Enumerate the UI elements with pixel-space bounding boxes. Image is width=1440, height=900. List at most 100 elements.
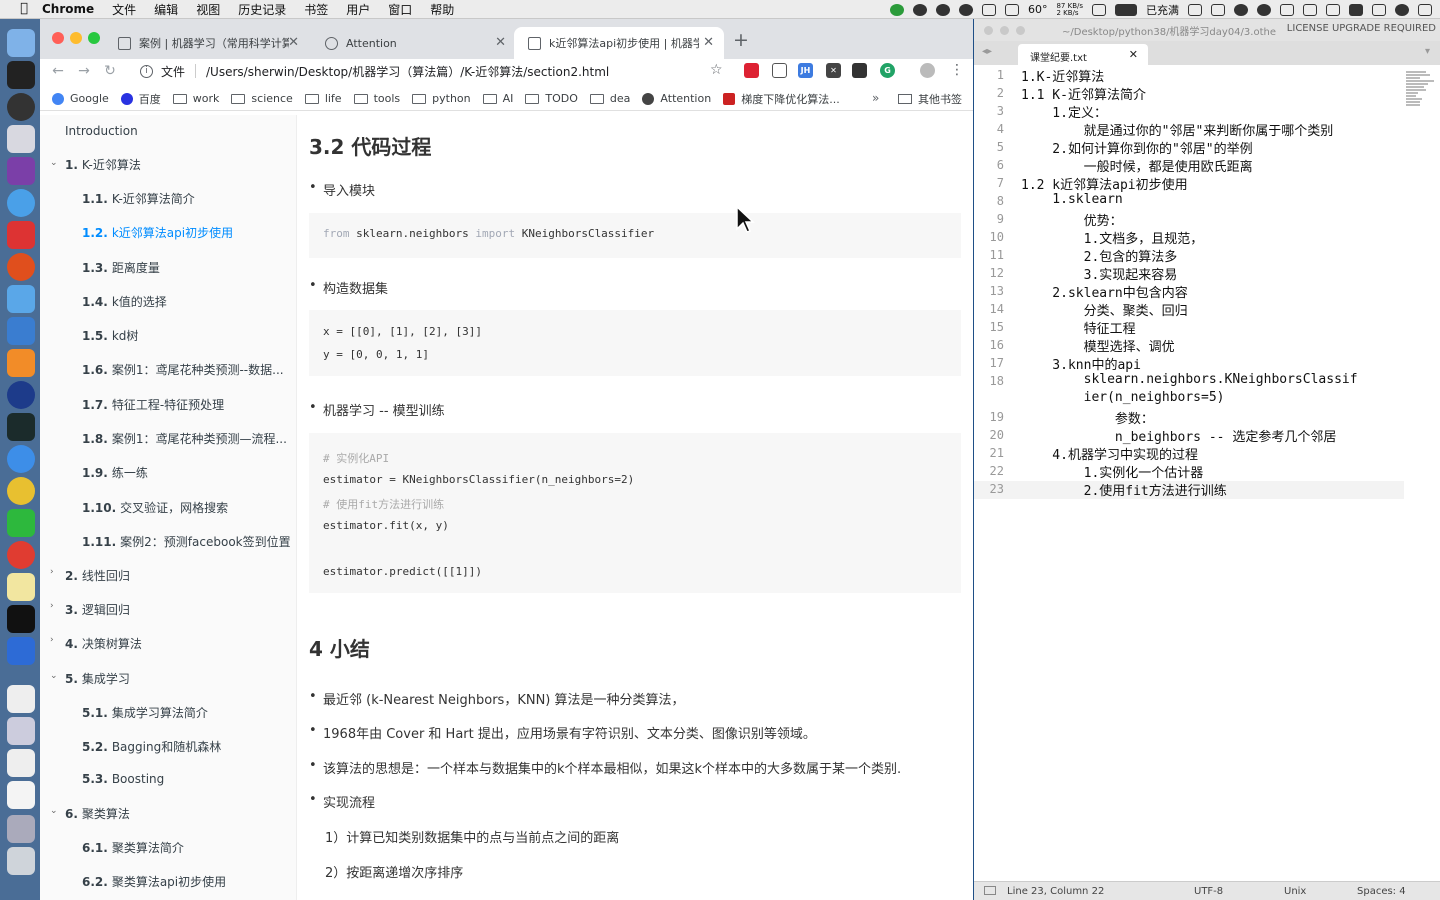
upload-icon[interactable] [889,3,904,16]
close-window-button[interactable] [984,26,993,35]
sidebar-item-1-1[interactable]: 1.1. K-近邻算法简介 [82,190,195,207]
menu-window[interactable]: 窗口 [388,1,412,18]
extension-grid-icon[interactable] [852,63,867,78]
sidebar-item-1-10[interactable]: 1.10. 交叉验证，网格搜索 [82,499,228,516]
sidebar-item-1-4[interactable]: 1.4. k值的选择 [82,293,167,310]
sidebar-item-5-2[interactable]: 5.2. Bagging和随机森林 [82,738,221,755]
sidebar-item-1-5[interactable]: 1.5. kd树 [82,327,138,344]
safari-icon[interactable] [7,445,35,473]
menu-app[interactable]: Chrome [42,2,94,16]
app-icon[interactable] [912,3,927,16]
onenote-icon[interactable] [7,157,35,185]
tab-nav-arrows-icon[interactable]: ◂▸ [982,46,992,57]
sidebar-item-5-1[interactable]: 5.1. 集成学习算法简介 [82,704,208,721]
draw-icon[interactable] [7,285,35,313]
editor-tab-notes[interactable]: 课堂纪要.txt ✕ [1018,44,1148,65]
sidebar-item-1-6[interactable]: 1.6. 案例1：鸢尾花种类预测--数据... [82,361,284,378]
close-tab-icon[interactable]: ✕ [288,35,299,50]
address-bar[interactable]: i 文件 /Users/sherwin/Desktop/机器学习（算法篇）/K-… [140,59,740,83]
bookmark-attention[interactable]: Attention [642,92,711,105]
zoom-window-button[interactable] [1016,26,1025,35]
info-icon[interactable]: i [140,64,153,78]
new-tab-button[interactable]: + [733,29,749,51]
sidebar-item-knn[interactable]: 1. K-近邻算法 [65,156,141,173]
siri-icon[interactable] [1257,3,1271,16]
extension-grammarly-icon[interactable]: G [880,63,895,78]
sidebar-item-1-8[interactable]: 1.8. 案例1：鸢尾花种类预测—流程... [82,430,287,447]
bookmark-tools[interactable]: tools [353,92,400,105]
bookmark-science[interactable]: science [231,92,293,105]
clock-icon[interactable] [1395,3,1409,16]
panel-toggle-icon[interactable] [984,886,996,895]
extension-bookmark-icon[interactable] [772,63,787,78]
cloud-icon[interactable] [935,3,950,16]
grammarly-icon[interactable] [7,253,35,281]
pycharm-icon[interactable] [7,605,35,633]
minimize-window-button[interactable] [70,32,82,44]
sidebar-item-1-2[interactable]: 1.2. k近邻算法api初步使用 [82,224,233,241]
chevron-down-icon[interactable]: ⌄ [50,158,58,168]
mail-icon[interactable] [7,221,35,249]
profile-avatar[interactable] [920,63,935,78]
bookmark-life[interactable]: life [304,92,342,105]
extension-x-icon[interactable]: ✕ [826,63,841,78]
tab-dropdown-icon[interactable]: ▾ [1425,46,1430,57]
file-icon[interactable] [7,749,35,777]
tab-knn-api[interactable]: k近邻算法api初步使用 | 机器学 ✕ [514,27,724,59]
chevron-down-icon[interactable]: ⌄ [50,806,58,816]
battery-icon[interactable] [1115,3,1137,16]
apple-icon[interactable]:  [16,2,32,16]
sidebar-item-5-3[interactable]: 5.3. Boosting [82,772,164,786]
chevron-down-icon[interactable]: ⌄ [50,671,58,681]
page-icon[interactable] [7,781,35,809]
wifi-icon[interactable] [1303,3,1317,16]
more-menu-icon[interactable]: ⋮ [950,62,964,78]
grid-icon[interactable] [1372,3,1386,16]
sidebar-item-6-2[interactable]: 6.2. 聚类算法api初步使用 [82,873,226,890]
activity-monitor-icon[interactable] [7,413,35,441]
line-endings[interactable]: Unix [1284,886,1306,897]
sidebar-item-1-11[interactable]: 1.11. 案例2：预测facebook签到位置 [82,533,291,550]
document-icon[interactable] [7,685,35,713]
menu-bookmarks[interactable]: 书签 [304,1,328,18]
bookmark-gradient[interactable]: 梯度下降优化算法... [723,91,840,107]
phone-icon[interactable] [1092,3,1106,16]
back-icon[interactable] [7,637,35,665]
monitor-icon[interactable] [7,815,35,843]
minimap[interactable] [1406,71,1436,111]
bookmark-baidu[interactable]: 百度 [120,91,161,107]
bookmark-work[interactable]: work [172,92,219,105]
bookmark-python[interactable]: python [412,92,471,105]
sidebar-item-decision-tree[interactable]: 4. 决策树算法 [65,635,142,652]
menu-file[interactable]: 文件 [112,1,136,18]
volume-icon[interactable] [1326,3,1340,16]
bookmark-todo[interactable]: TODO [525,92,578,105]
trash-icon[interactable] [7,847,35,875]
keyboard-icon[interactable] [1211,3,1225,16]
bookmark-other[interactable]: 其他书签 [898,91,962,107]
window-icon[interactable] [981,3,996,16]
sidebar-item-logistic-regression[interactable]: 3. 逻辑回归 [65,601,130,618]
sidebar-item-1-9[interactable]: 1.9. 练一练 [82,464,148,481]
search-icon[interactable] [1234,3,1248,16]
sidebar-item-ensemble[interactable]: 5. 集成学习 [65,670,130,687]
chevron-right-icon[interactable]: › [50,601,54,611]
sidebar-item-linear-regression[interactable]: 2. 线性回归 [65,567,130,584]
bookmarks-overflow-button[interactable]: » [872,91,879,105]
extension-jh-icon[interactable]: JH [798,63,813,78]
bookmark-ai[interactable]: AI [482,92,513,105]
player-icon[interactable] [7,381,35,409]
extension-translate-icon[interactable] [744,63,759,78]
preview-icon[interactable] [7,125,35,153]
tab-attention[interactable]: Attention ✕ [311,27,516,59]
license-notice[interactable]: LICENSE UPGRADE REQUIRED [1287,23,1436,34]
reload-icon[interactable]: ↻ [102,63,118,79]
weibo-icon[interactable] [7,541,35,569]
menu-help[interactable]: 帮助 [430,1,454,18]
screenshot-icon[interactable] [7,717,35,745]
menu-history[interactable]: 历史记录 [238,1,286,18]
code-icon[interactable] [1280,3,1294,16]
s-icon[interactable] [1349,3,1363,16]
bookmark-star-icon[interactable]: ☆ [710,62,723,78]
menu-user[interactable]: 用户 [346,1,370,18]
